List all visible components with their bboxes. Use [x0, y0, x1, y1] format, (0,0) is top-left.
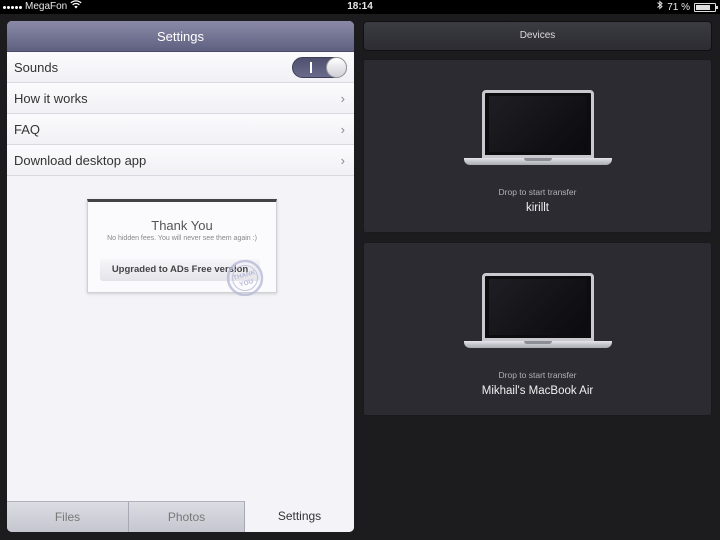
- chevron-right-icon: ›: [340, 91, 345, 106]
- chevron-right-icon: ›: [340, 122, 345, 137]
- thank-you-title: Thank You: [151, 218, 213, 233]
- thank-you-card: Thank You No hidden fees. You will never…: [87, 199, 277, 296]
- status-bar: MegaFon 18:14 71 %: [0, 0, 720, 14]
- tab-bar: Files Photos Settings: [7, 501, 354, 532]
- battery-percent: 71 %: [667, 1, 690, 13]
- settings-row-faq[interactable]: FAQ ›: [7, 114, 354, 145]
- device-name: kirillt: [526, 202, 549, 214]
- tab-settings[interactable]: Settings: [245, 501, 354, 532]
- bluetooth-icon: [657, 0, 663, 15]
- device-name: Mikhail's MacBook Air: [481, 385, 594, 397]
- settings-title: Settings: [7, 21, 354, 52]
- tab-files[interactable]: Files: [7, 501, 129, 532]
- settings-panel: Settings Sounds How it works › FAQ › Dow…: [7, 21, 354, 532]
- laptop-icon: [464, 90, 612, 170]
- sounds-label: Sounds: [14, 60, 59, 75]
- battery-icon: [694, 3, 718, 12]
- devices-title: Devices: [363, 21, 712, 51]
- device-card-kirillt[interactable]: Drop to start transfer kirillt: [363, 59, 712, 233]
- sounds-row: Sounds: [7, 52, 354, 83]
- device-card-macbook-air[interactable]: Drop to start transfer Mikhail's MacBook…: [363, 242, 712, 416]
- clock: 18:14: [347, 1, 373, 12]
- row-label: How it works: [14, 91, 88, 106]
- drop-hint: Drop to start transfer: [498, 370, 577, 380]
- thank-you-stamp-icon: THANK YOU: [226, 259, 264, 296]
- laptop-icon: [464, 273, 612, 353]
- row-label: Download desktop app: [14, 153, 147, 168]
- sounds-toggle[interactable]: [292, 57, 347, 78]
- row-label: FAQ: [14, 122, 41, 137]
- tab-photos[interactable]: Photos: [129, 501, 245, 532]
- toggle-on-mark: [310, 62, 312, 73]
- settings-row-download-desktop-app[interactable]: Download desktop app ›: [7, 145, 354, 176]
- chevron-right-icon: ›: [340, 153, 345, 168]
- thank-you-subtitle: No hidden fees. You will never see them …: [107, 235, 257, 242]
- settings-row-how-it-works[interactable]: How it works ›: [7, 83, 354, 114]
- toggle-knob[interactable]: [326, 57, 347, 78]
- drop-hint: Drop to start transfer: [498, 187, 577, 197]
